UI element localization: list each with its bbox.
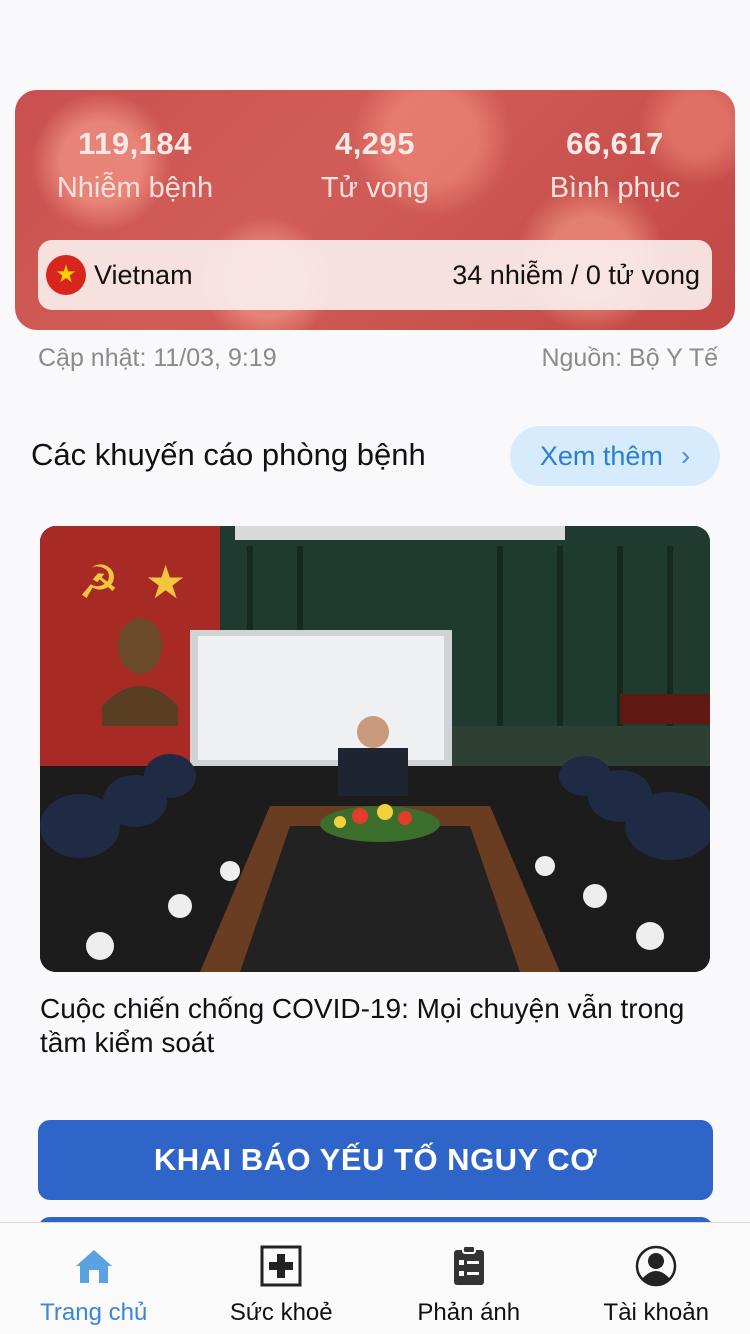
tab-feedback-label: Phản ánh [417, 1299, 521, 1326]
tab-account[interactable]: Tài khoản [563, 1223, 750, 1334]
home-icon [71, 1243, 117, 1289]
tab-feedback[interactable]: Phản ánh [375, 1223, 563, 1334]
stat-recovered: 66,617 Bình phục [495, 126, 735, 205]
tab-health-label: Sức khoẻ [229, 1299, 333, 1326]
stat-deaths-value: 4,295 [334, 126, 416, 161]
bottom-tab-bar: Trang chủ Sức khoẻ Phản ánh Tài khoản [0, 1222, 750, 1334]
stats-card[interactable]: 119,184 Nhiễm bệnh 4,295 Tử vong 66,617 … [15, 90, 735, 330]
tab-account-label: Tài khoản [603, 1299, 709, 1326]
svg-text:☭: ☭ [78, 555, 119, 609]
see-more-button[interactable]: Xem thêm › [510, 426, 720, 486]
stat-deaths: 4,295 Tử vong [255, 126, 495, 205]
medical-cross-icon [258, 1243, 304, 1289]
clipboard-icon [446, 1243, 492, 1289]
vietnam-flag-icon: ★ [46, 255, 86, 295]
updated-time: Cập nhật: 11/03, 9:19 [38, 344, 277, 372]
section-title: Các khuyến cáo phòng bệnh [31, 437, 426, 472]
news-image[interactable]: ☭ ★ [40, 526, 710, 972]
news-title[interactable]: Cuộc chiến chống COVID-19: Mọi chuyện vẫ… [40, 992, 720, 1060]
meeting-room-illustration: ☭ ★ [40, 526, 710, 972]
stat-infected-value: 119,184 [78, 126, 192, 161]
stat-infected: 119,184 Nhiễm bệnh [15, 126, 255, 205]
stat-recovered-value: 66,617 [566, 126, 664, 161]
see-more-label: Xem thêm [539, 440, 663, 471]
tab-home-label: Trang chủ [40, 1299, 148, 1326]
country-summary-bar[interactable]: ★ Vietnam 34 nhiễm / 0 tử vong [38, 240, 712, 310]
stat-deaths-label: Tử vong [320, 172, 430, 204]
risk-declaration-button[interactable]: KHAI BÁO YẾU TỐ NGUY CƠ [38, 1120, 713, 1200]
svg-text:★: ★ [145, 555, 186, 609]
meta-row: Cập nhật: 11/03, 9:19 Nguồn: Bộ Y Tế [38, 344, 718, 373]
user-avatar-icon [633, 1243, 679, 1289]
tab-health[interactable]: Sức khoẻ [188, 1223, 376, 1334]
data-source: Nguồn: Bộ Y Tế [541, 344, 718, 372]
tab-home[interactable]: Trang chủ [0, 1223, 188, 1334]
country-name: Vietnam [94, 259, 193, 290]
stat-recovered-label: Bình phục [549, 172, 681, 204]
chevron-right-icon: › [680, 440, 691, 471]
stat-infected-label: Nhiễm bệnh [56, 172, 214, 204]
country-stats: 34 nhiễm / 0 tử vong [452, 259, 700, 290]
